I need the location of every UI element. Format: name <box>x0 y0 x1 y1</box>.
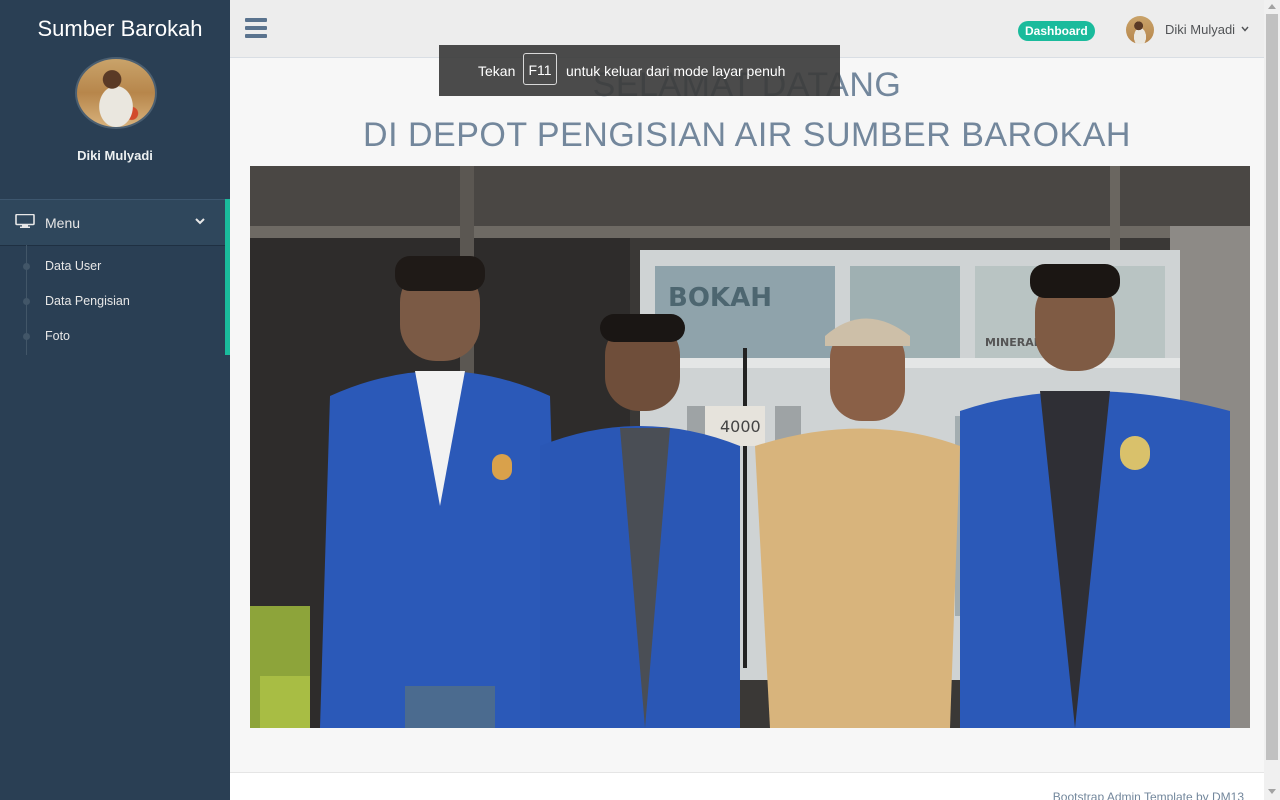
footer: Bootstrap Admin Template by DM13 <box>230 772 1264 800</box>
group-photo: 4000 BOKAH MINERAL <box>250 166 1250 728</box>
toast-text-suffix: untuk keluar dari mode layar penuh <box>566 63 786 79</box>
fullscreen-toast: Tekan F11 untuk keluar dari mode layar p… <box>439 45 840 96</box>
dashboard-badge[interactable]: Dashboard <box>1018 21 1095 41</box>
footer-credit[interactable]: Bootstrap Admin Template by DM13 <box>1053 790 1244 800</box>
scroll-down-arrow-icon[interactable] <box>1268 789 1276 794</box>
scroll-thumb[interactable] <box>1266 14 1278 760</box>
sidebar-item-label: Foto <box>45 329 71 343</box>
toast-key-badge: F11 <box>523 53 557 85</box>
site-title[interactable]: Sumber Barokah <box>0 16 240 42</box>
user-avatar[interactable] <box>1126 16 1154 44</box>
desktop-icon <box>15 214 35 228</box>
group-photo-illustration: 4000 BOKAH MINERAL <box>250 166 1250 728</box>
page-scrollbar[interactable] <box>1264 0 1280 800</box>
profile-name: Diki Mulyadi <box>77 148 153 163</box>
welcome-heading-line2: DI DEPOT PENGISIAN AIR SUMBER BAROKAH <box>363 116 1131 154</box>
scroll-up-arrow-icon[interactable] <box>1268 4 1276 9</box>
sidebar-item-data-pengisian[interactable]: Data Pengisian <box>0 285 225 320</box>
bullet-dot <box>23 333 30 340</box>
active-menu-indicator <box>225 199 230 355</box>
user-menu-name[interactable]: Diki Mulyadi <box>1165 22 1235 37</box>
menu-section-toggle[interactable]: Menu <box>0 199 225 246</box>
submenu: Data User Data Pengisian Foto <box>0 245 225 355</box>
sidebar-item-label: Data User <box>45 259 102 273</box>
profile-avatar <box>75 57 157 129</box>
chevron-down-icon <box>195 218 205 225</box>
sidebar-item-foto[interactable]: Foto <box>0 320 225 355</box>
mineral-sign-text: MINERAL <box>985 336 1041 349</box>
brand-sign-text: BOKAH <box>668 283 772 313</box>
sidebar: Sumber Barokah Diki Mulyadi Menu Data Us… <box>0 0 230 800</box>
bullet-dot <box>23 263 30 270</box>
price-tag-text: 4000 <box>720 417 761 436</box>
toast-text-prefix: Tekan <box>478 63 516 79</box>
sidebar-item-label: Data Pengisian <box>45 294 130 308</box>
menu-label: Menu <box>45 215 81 231</box>
chevron-down-icon[interactable] <box>1241 26 1249 32</box>
hamburger-menu-icon[interactable] <box>245 18 267 38</box>
sidebar-item-data-user[interactable]: Data User <box>0 250 225 285</box>
bullet-dot <box>23 298 30 305</box>
